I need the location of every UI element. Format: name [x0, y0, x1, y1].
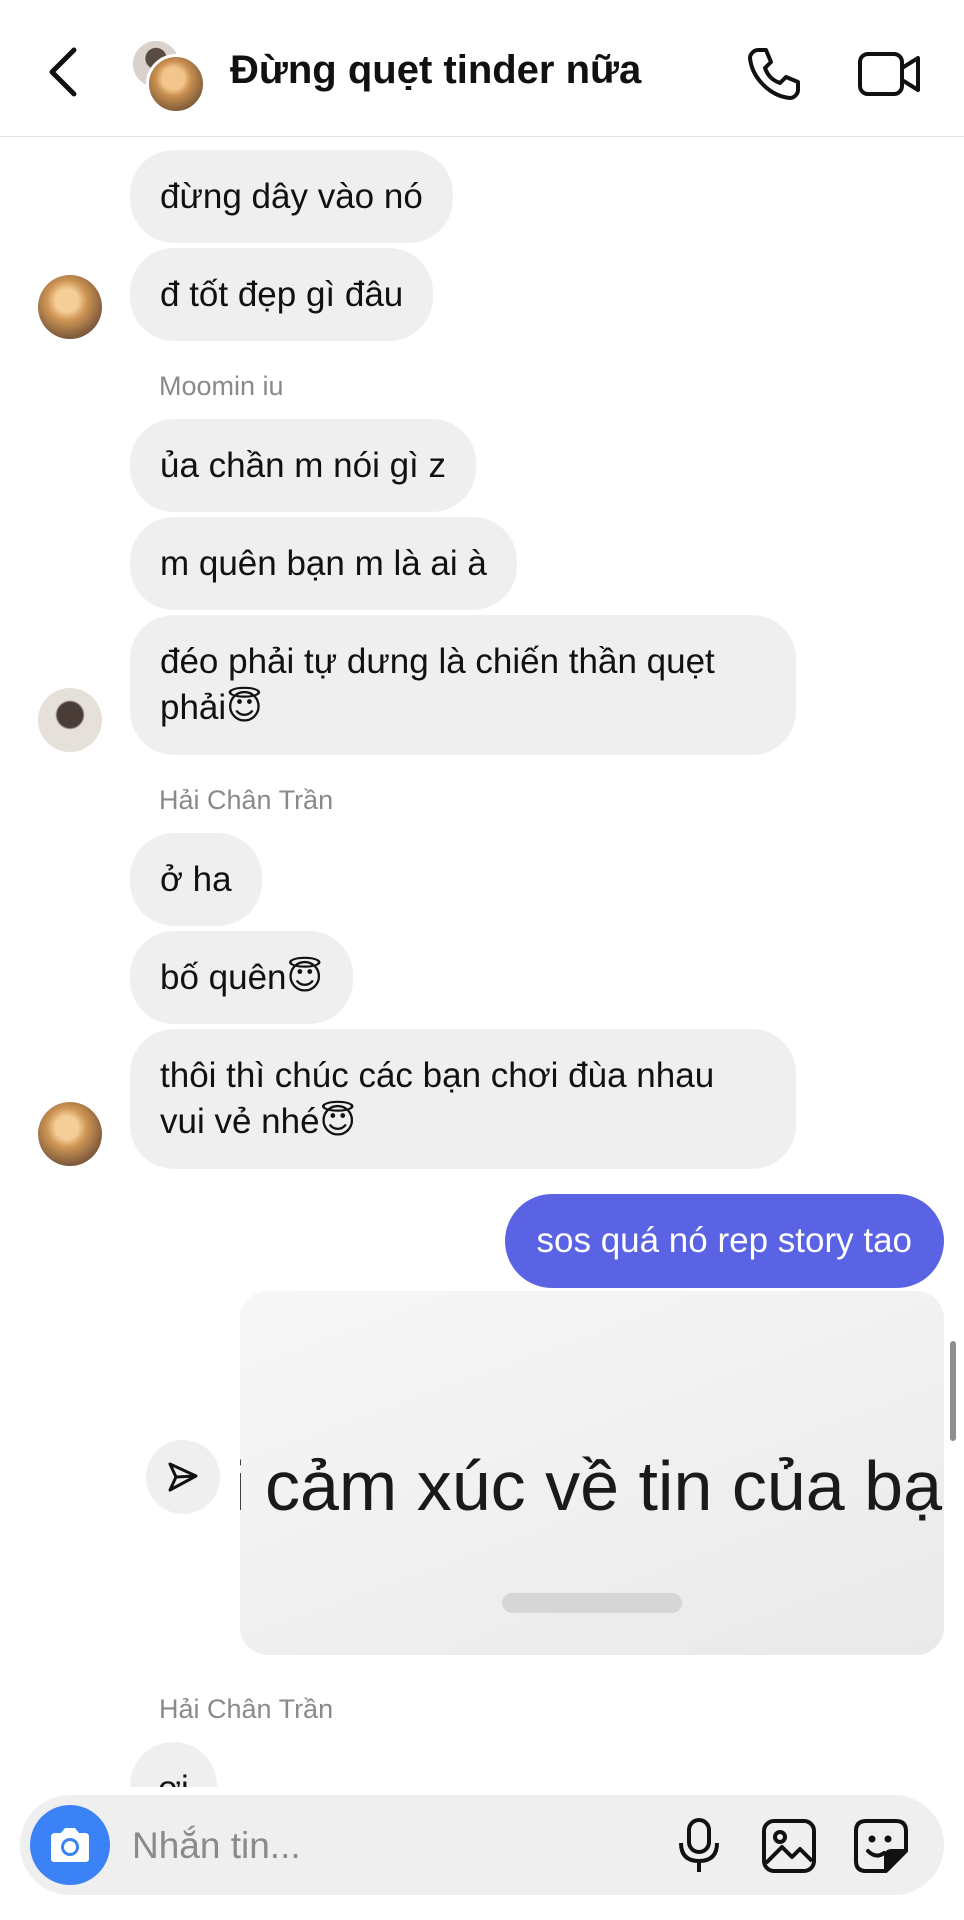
- sender-name: Hải Chân Trần: [159, 785, 334, 815]
- message-composer: [20, 1795, 944, 1895]
- chat-header: Đừng quẹt tinder nữa: [0, 0, 964, 137]
- video-camera-icon: [858, 52, 920, 96]
- message-thread[interactable]: đừng dây vào nó đ tốt đẹp gì đâu Moomin …: [0, 137, 964, 1787]
- sticker-button[interactable]: [852, 1817, 910, 1875]
- story-text: i cảm xúc về tin của bạ: [240, 1447, 942, 1525]
- camera-icon: [51, 1828, 89, 1862]
- chevron-left-icon: [49, 47, 77, 97]
- avatar[interactable]: [38, 275, 102, 339]
- message-bubble[interactable]: thôi thì chúc các bạn chơi đùa nhau vui …: [130, 1029, 796, 1169]
- message-bubble[interactable]: đừng dây vào nó: [130, 150, 453, 243]
- sender-name: Moomin iu: [159, 371, 284, 401]
- message-bubble[interactable]: đéo phải tự dưng là chiến thần quẹt phải…: [130, 615, 796, 755]
- avatar[interactable]: [38, 1102, 102, 1166]
- send-icon: [168, 1462, 198, 1492]
- sender-name: Hải Chân Trần: [159, 1694, 334, 1724]
- group-avatar[interactable]: [130, 38, 210, 114]
- message-bubble[interactable]: ơi: [130, 1742, 217, 1787]
- sticker-icon: [854, 1819, 908, 1873]
- outgoing-message-bubble[interactable]: sos quá nó rep story tao: [504, 1194, 944, 1288]
- message-bubble[interactable]: bố quên😇: [130, 931, 354, 1024]
- image-icon: [762, 1819, 816, 1873]
- camera-button[interactable]: [30, 1805, 110, 1885]
- message-bubble[interactable]: ủa chần m nói gì z: [130, 419, 476, 512]
- message-bubble[interactable]: m quên bạn m là ai à: [130, 517, 517, 610]
- message-input[interactable]: [130, 1817, 654, 1875]
- chat-title[interactable]: Đừng quẹt tinder nữa: [230, 48, 641, 93]
- microphone-icon: [679, 1818, 719, 1872]
- scrollbar[interactable]: [950, 1341, 956, 1441]
- story-reply-preview[interactable]: i cảm xúc về tin của bạ: [240, 1291, 944, 1655]
- story-handle: [502, 1593, 682, 1613]
- phone-icon: [748, 48, 800, 100]
- avatar[interactable]: [38, 688, 102, 752]
- video-call-button[interactable]: [856, 44, 922, 104]
- back-button[interactable]: [40, 44, 90, 100]
- gallery-button[interactable]: [760, 1817, 818, 1875]
- avatar: [146, 54, 206, 114]
- message-bubble[interactable]: ở ha: [130, 833, 262, 926]
- share-button[interactable]: [146, 1440, 220, 1514]
- message-bubble[interactable]: đ tốt đẹp gì đâu: [130, 248, 434, 341]
- voice-button[interactable]: [675, 1817, 723, 1875]
- call-button[interactable]: [744, 44, 804, 104]
